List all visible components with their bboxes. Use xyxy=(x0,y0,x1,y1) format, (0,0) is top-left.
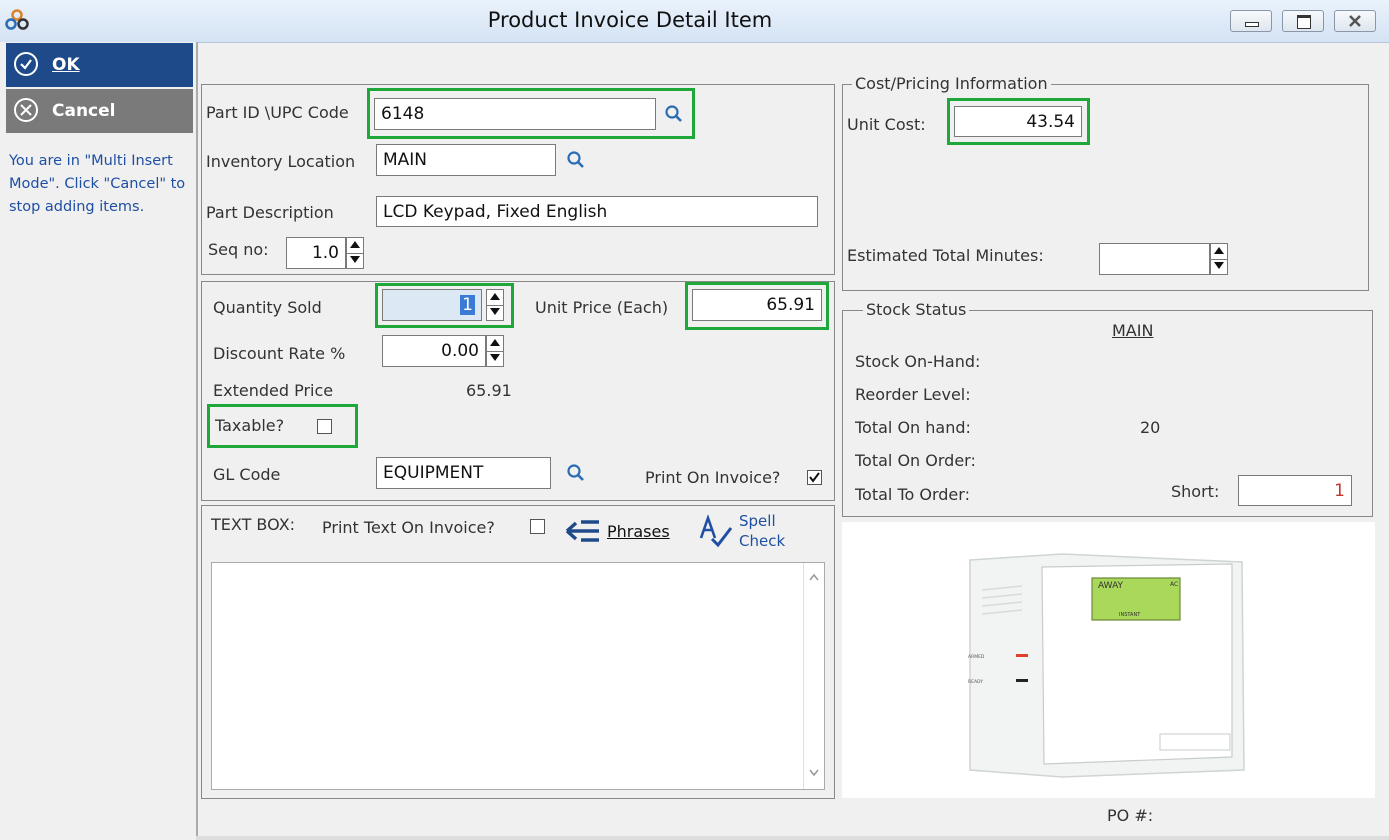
total-to-order-label: Total To Order: xyxy=(855,485,970,504)
location-search-icon[interactable] xyxy=(566,150,586,170)
product-image: AWAY AC INSTANT ARMED READY xyxy=(842,522,1375,798)
text-box-area[interactable] xyxy=(211,562,825,790)
phrases-button[interactable]: Phrases xyxy=(563,514,673,550)
seq-no-input[interactable]: 1.0 xyxy=(286,237,346,269)
close-button[interactable] xyxy=(1334,10,1376,32)
stock-status-group-label: Stock Status xyxy=(863,300,970,319)
part-description-label: Part Description xyxy=(206,203,334,222)
estimated-minutes-spinner[interactable] xyxy=(1210,243,1228,275)
extended-price-label: Extended Price xyxy=(213,381,334,400)
inventory-location-label: Inventory Location xyxy=(206,152,356,171)
quantity-sold-label: Quantity Sold xyxy=(213,298,322,317)
keypad-display-away: AWAY xyxy=(1098,581,1124,591)
scroll-down-icon[interactable] xyxy=(809,769,819,777)
part-id-label: Part ID \UPC Code xyxy=(206,103,349,122)
print-on-invoice-label: Print On Invoice? xyxy=(645,468,781,487)
taxable-label: Taxable? xyxy=(215,416,285,435)
multi-insert-message: You are in "Multi Insert Mode". Click "C… xyxy=(9,153,186,215)
print-on-invoice-checkbox[interactable] xyxy=(807,470,822,485)
spell-check-button[interactable]: Spell Check xyxy=(698,512,798,554)
minimize-icon xyxy=(1245,22,1259,27)
check-label: Check xyxy=(739,532,786,550)
unit-cost-label: Unit Cost: xyxy=(847,115,926,134)
title-bar: Product Invoice Detail Item xyxy=(0,0,1389,43)
sidebar: OK Cancel You are in "Multi Insert Mode"… xyxy=(0,42,198,840)
short-label: Short: xyxy=(1171,482,1220,501)
maximize-icon xyxy=(1297,15,1311,29)
keypad-led-armed-label: ARMED xyxy=(968,654,985,660)
taxable-checkbox[interactable] xyxy=(317,419,332,434)
reorder-level-label: Reorder Level: xyxy=(855,385,971,404)
keypad-display-instant: INSTANT xyxy=(1119,612,1141,618)
keypad-led-ready-label: READY xyxy=(968,679,983,685)
cancel-button[interactable]: Cancel xyxy=(6,89,193,133)
quantity-spinner[interactable] xyxy=(486,289,504,321)
phrases-label: Phrases xyxy=(607,522,670,541)
window-title: Product Invoice Detail Item xyxy=(487,8,773,32)
gl-code-label: GL Code xyxy=(213,465,281,484)
discount-rate-input[interactable]: 0.00 xyxy=(382,335,486,367)
text-box-label: TEXT BOX: xyxy=(211,515,296,534)
seq-no-spinner[interactable] xyxy=(346,237,364,269)
estimated-minutes-input[interactable] xyxy=(1099,243,1210,275)
unit-price-input[interactable]: 65.91 xyxy=(692,289,822,321)
part-id-search-icon[interactable] xyxy=(664,104,684,124)
scroll-up-icon[interactable] xyxy=(809,573,819,581)
part-id-input[interactable]: 6148 xyxy=(374,98,656,130)
text-box-scrollbar[interactable] xyxy=(803,563,824,789)
gl-code-input[interactable]: EQUIPMENT xyxy=(376,457,551,489)
gl-code-search-icon[interactable] xyxy=(566,463,586,483)
seq-no-label: Seq no: xyxy=(208,240,269,259)
estimated-minutes-label: Estimated Total Minutes: xyxy=(847,246,1044,265)
ok-label: OK xyxy=(52,55,80,75)
check-mark-icon xyxy=(809,472,820,483)
phrases-icon xyxy=(565,520,599,542)
keypad-image: AWAY AC INSTANT ARMED READY xyxy=(968,553,1245,778)
maximize-button[interactable] xyxy=(1282,10,1324,32)
total-on-hand-label: Total On hand: xyxy=(855,418,971,437)
print-text-checkbox[interactable] xyxy=(530,519,545,534)
cancel-label: Cancel xyxy=(52,101,116,121)
short-input[interactable]: 1 xyxy=(1238,475,1352,506)
cancel-circle-icon xyxy=(14,98,38,122)
spell-label: Spell xyxy=(739,512,776,530)
keypad-display-ac: AC xyxy=(1170,581,1178,588)
stock-on-hand-label: Stock On-Hand: xyxy=(855,352,981,371)
minimize-button[interactable] xyxy=(1230,10,1272,32)
total-on-order-label: Total On Order: xyxy=(855,451,976,470)
inventory-location-input[interactable]: MAIN xyxy=(376,144,556,176)
unit-price-label: Unit Price (Each) xyxy=(535,298,669,317)
unit-cost-input[interactable]: 43.54 xyxy=(954,106,1082,137)
cost-pricing-group-label: Cost/Pricing Information xyxy=(852,74,1051,93)
total-on-hand-value: 20 xyxy=(1140,418,1161,437)
bottom-border xyxy=(196,836,1389,840)
print-text-on-invoice-label: Print Text On Invoice? xyxy=(322,518,495,537)
part-description-input[interactable]: LCD Keypad, Fixed English xyxy=(376,196,818,227)
stock-location-header: MAIN xyxy=(1112,321,1154,340)
extended-price-value: 65.91 xyxy=(466,381,512,400)
product-invoice-detail-window: Product Invoice Detail Item OK Cancel Yo… xyxy=(0,0,1389,840)
quantity-sold-value: 1 xyxy=(460,295,475,315)
close-icon xyxy=(1349,15,1361,27)
spell-check-icon xyxy=(699,514,733,548)
check-circle-icon xyxy=(14,52,38,76)
po-number-label: PO #: xyxy=(1107,806,1154,825)
quantity-sold-input[interactable]: 1 xyxy=(382,289,482,321)
discount-spinner[interactable] xyxy=(486,335,504,367)
discount-rate-label: Discount Rate % xyxy=(213,344,346,363)
ok-button[interactable]: OK xyxy=(6,43,193,87)
